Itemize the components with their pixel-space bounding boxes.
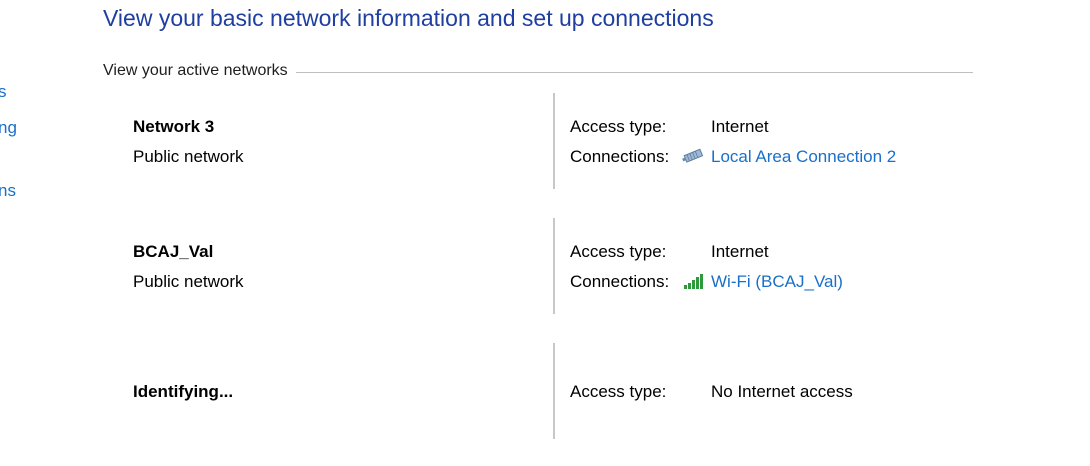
network-name: Identifying... (133, 382, 234, 401)
network-name: Network 3 (133, 117, 215, 136)
wifi-signal-icon (684, 274, 703, 289)
connection-link-wifi[interactable]: Wi-Fi (BCAJ_Val) (711, 272, 843, 292)
page-title: View your basic network information and … (103, 5, 714, 31)
network-category-link[interactable]: Public network (133, 147, 244, 167)
connections-label: Connections: (570, 147, 670, 166)
access-type-value: Internet (711, 117, 769, 136)
network-name: BCAJ_Val (133, 242, 214, 261)
access-type-label: Access type: (570, 382, 667, 401)
network-category-link[interactable]: Public network (133, 272, 244, 292)
access-type-value: Internet (711, 242, 769, 261)
access-type-label: Access type: (570, 117, 667, 136)
access-type-value: No Internet access (711, 382, 853, 401)
column-divider (553, 93, 555, 189)
active-networks-label: View your active networks (103, 62, 296, 80)
network-entry-identifying: Identifying... Access type: No Internet … (0, 343, 1090, 439)
column-divider (553, 218, 555, 314)
connection-link-local-area-connection-2[interactable]: Local Area Connection 2 (711, 147, 896, 167)
ethernet-icon (682, 148, 704, 163)
network-entry-bcaj-val: BCAJ_Val Public network Access type: Int… (0, 218, 1090, 314)
network-entry-network-3: Network 3 Public network Access type: In… (0, 93, 1090, 189)
connections-label: Connections: (570, 272, 670, 291)
active-networks-header: View your active networks (103, 60, 973, 84)
column-divider (553, 343, 555, 439)
access-type-label: Access type: (570, 242, 667, 261)
